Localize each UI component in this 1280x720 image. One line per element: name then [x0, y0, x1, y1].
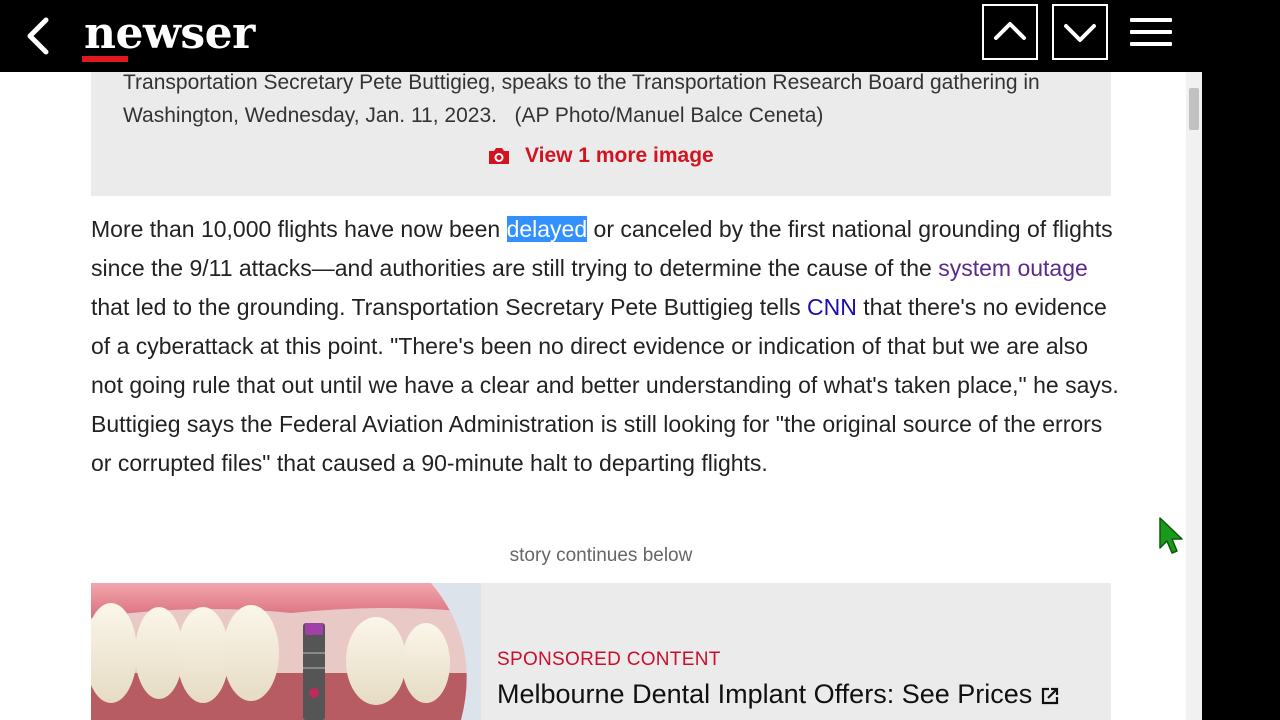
next-story-button[interactable] — [1052, 4, 1108, 60]
scrollbar-thumb[interactable] — [1189, 88, 1199, 130]
chevron-up-icon — [994, 22, 1026, 40]
external-link-icon — [1042, 687, 1059, 704]
sponsored-content-label: SPONSORED CONTENT — [497, 649, 721, 670]
sponsored-title: Melbourne Dental Implant Offers: See Pri… — [497, 679, 1033, 709]
photo-caption-box: Transportation Secretary Pete Buttigieg,… — [91, 71, 1111, 196]
story-continues-label: story continues below — [509, 545, 693, 566]
camera-icon — [489, 148, 509, 164]
selected-text: delayed — [506, 216, 588, 242]
page-scrollbar[interactable] — [1186, 72, 1202, 720]
mouse-cursor-icon — [1159, 517, 1183, 554]
page-viewport: newser Transportation Secretary Pete But… — [0, 0, 1186, 720]
paragraph-text: that led to the grounding. Transportatio… — [91, 294, 807, 320]
photo-caption: Transportation Secretary Pete Buttigieg,… — [123, 66, 1093, 132]
caption-line-2: Washington, Wednesday, Jan. 11, 2023. (A… — [123, 104, 824, 127]
logo-underline — [82, 56, 128, 62]
dental-implant-ad-image[interactable] — [91, 583, 481, 720]
sponsored-card[interactable]: SPONSORED CONTENT Melbourne Dental Impla… — [91, 583, 1111, 720]
cnn-link[interactable]: CNN — [807, 294, 857, 320]
caption-line-1: Transportation Secretary Pete Buttigieg,… — [123, 71, 1040, 94]
hamburger-menu-icon[interactable] — [1130, 18, 1172, 54]
view-more-label: View 1 more image — [525, 144, 714, 167]
paragraph-text: that there's no evidence of a cyberattac… — [91, 294, 1119, 476]
view-more-image-link[interactable]: View 1 more image — [487, 142, 714, 170]
back-button[interactable] — [20, 14, 60, 58]
window-edge — [1202, 0, 1280, 720]
sponsored-title-link[interactable]: Melbourne Dental Implant Offers: See Pri… — [497, 679, 1060, 710]
system-outage-link[interactable]: system outage — [938, 255, 1088, 281]
article-paragraph: More than 10,000 flights have now been d… — [91, 210, 1121, 483]
chevron-down-icon — [1064, 24, 1096, 42]
paragraph-text: More than 10,000 flights have now been — [91, 216, 507, 242]
back-chevron-icon — [27, 17, 49, 55]
previous-story-button[interactable] — [982, 4, 1038, 60]
newser-logo[interactable]: newser — [84, 6, 255, 62]
site-header: newser — [0, 0, 1186, 72]
